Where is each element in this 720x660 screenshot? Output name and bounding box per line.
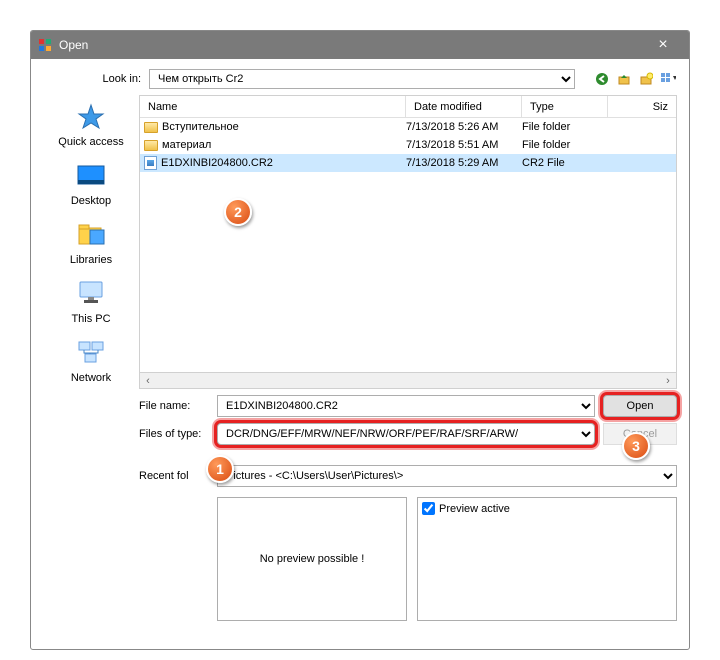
preview-pane: No preview possible ! <box>217 497 407 621</box>
place-quick-access[interactable]: Quick access <box>58 101 123 148</box>
recent-folders-dropdown[interactable]: Pictures - <C:\Users\User\Pictures\> <box>217 465 677 487</box>
col-name[interactable]: Name <box>140 96 406 117</box>
filename-input[interactable]: E1DXINBI204800.CR2 <box>217 395 595 417</box>
place-network[interactable]: Network <box>71 337 111 384</box>
marker-2: 2 <box>224 198 252 226</box>
file-icon <box>144 156 157 170</box>
quick-access-icon <box>75 101 107 133</box>
preview-empty-text: No preview possible ! <box>260 553 365 565</box>
filetype-dropdown[interactable]: DCR/DNG/EFF/MRW/NEF/NRW/ORF/PEF/RAF/SRF/… <box>217 423 595 445</box>
lookin-label: Look in: <box>43 73 141 85</box>
marker-1: 1 <box>206 455 234 483</box>
open-dialog: Open × Look in: Чем открыть Cr2 Quick ac… <box>30 30 690 650</box>
scroll-right-icon[interactable]: › <box>660 373 676 388</box>
this-pc-icon <box>75 278 107 310</box>
desktop-icon <box>75 160 107 192</box>
preview-active-checkbox[interactable]: Preview active <box>422 502 672 515</box>
close-button[interactable]: × <box>643 36 683 54</box>
new-folder-icon[interactable] <box>637 70 655 88</box>
horizontal-scrollbar[interactable]: ‹ › <box>140 372 676 388</box>
lookin-dropdown[interactable]: Чем открыть Cr2 <box>149 69 575 89</box>
network-icon <box>75 337 107 369</box>
filename-label: File name: <box>139 400 209 412</box>
table-row[interactable]: материал7/13/2018 5:51 AMFile folder <box>140 136 676 154</box>
preview-options: Preview active <box>417 497 677 621</box>
place-libraries[interactable]: Libraries <box>70 219 112 266</box>
file-list-header: Name Date modified Type Siz <box>140 96 676 118</box>
dialog-title: Open <box>59 38 643 52</box>
table-row[interactable]: Вступительное7/13/2018 5:26 AMFile folde… <box>140 118 676 136</box>
folder-icon <box>144 122 158 133</box>
col-date[interactable]: Date modified <box>406 96 522 117</box>
file-list[interactable]: Name Date modified Type Siz Вступительно… <box>139 95 677 389</box>
view-menu-icon[interactable] <box>659 70 677 88</box>
titlebar[interactable]: Open × <box>31 31 689 59</box>
back-icon[interactable] <box>593 70 611 88</box>
marker-3: 3 <box>622 432 650 460</box>
open-button[interactable]: Open <box>603 395 677 417</box>
folder-icon <box>144 140 158 151</box>
col-type[interactable]: Type <box>522 96 608 117</box>
col-size[interactable]: Siz <box>608 96 676 117</box>
place-desktop[interactable]: Desktop <box>71 160 111 207</box>
up-icon[interactable] <box>615 70 633 88</box>
app-icon <box>37 37 53 53</box>
place-this-pc[interactable]: This PC <box>71 278 110 325</box>
filetype-label: Files of type: <box>139 428 209 440</box>
places-bar: Quick access Desktop Libraries This PC N… <box>43 95 139 389</box>
table-row[interactable]: E1DXINBI204800.CR27/13/2018 5:29 AMCR2 F… <box>140 154 676 172</box>
libraries-icon <box>75 219 107 251</box>
scroll-left-icon[interactable]: ‹ <box>140 373 156 388</box>
recent-label: Recent fol <box>139 470 209 482</box>
